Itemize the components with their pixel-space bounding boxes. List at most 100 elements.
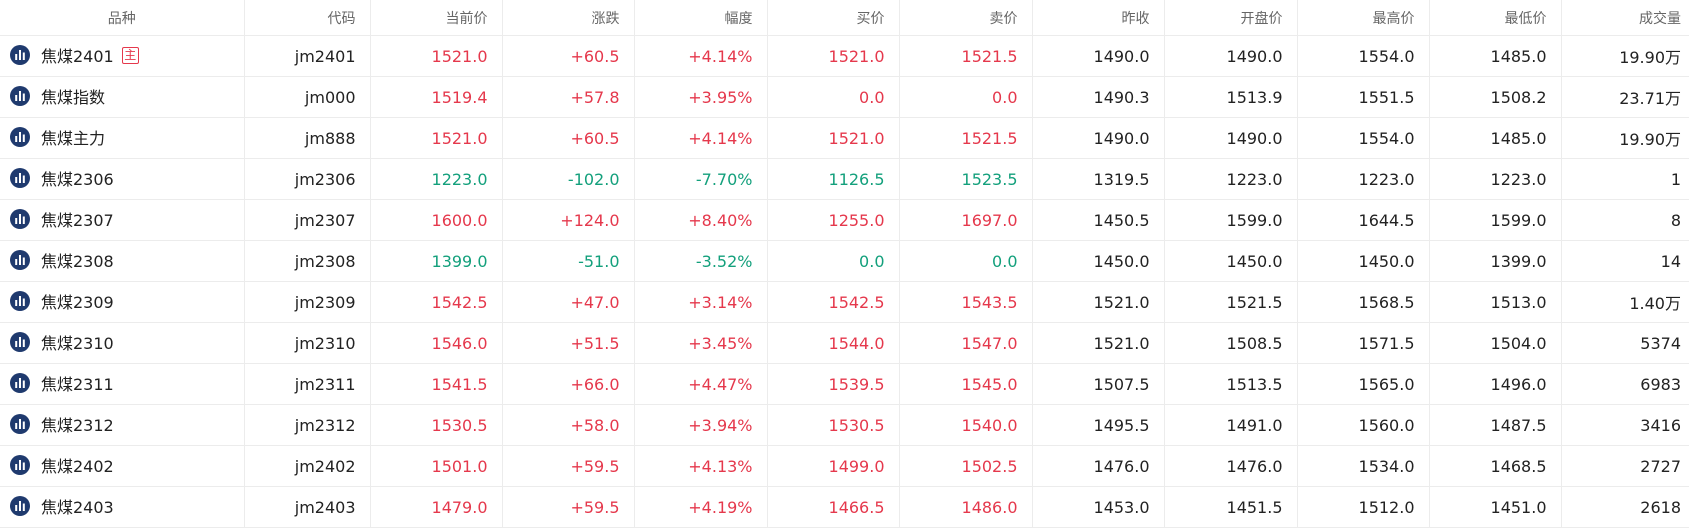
instrument-name[interactable]: 焦煤2307 bbox=[41, 207, 114, 231]
column-header-open[interactable]: 开盘价 bbox=[1164, 0, 1298, 36]
cell-change: +59.5 bbox=[502, 486, 635, 528]
cell-name: 焦煤主力 bbox=[0, 117, 245, 159]
cell-change: +60.5 bbox=[502, 35, 635, 77]
cell-ask: 1540.0 bbox=[899, 404, 1033, 446]
cell-change: +124.0 bbox=[502, 199, 635, 241]
bar-chart-icon[interactable] bbox=[10, 455, 30, 475]
column-header-ask[interactable]: 卖价 bbox=[899, 0, 1033, 36]
cell-code: jm2310 bbox=[244, 322, 371, 364]
cell-open: 1490.0 bbox=[1164, 117, 1298, 159]
instrument-name[interactable]: 焦煤2402 bbox=[41, 453, 114, 477]
instrument-name[interactable]: 焦煤2311 bbox=[41, 371, 114, 395]
cell-open: 1476.0 bbox=[1164, 445, 1298, 487]
column-header-bid[interactable]: 买价 bbox=[767, 0, 900, 36]
cell-price: 1519.4 bbox=[370, 76, 503, 118]
instrument-name[interactable]: 焦煤2306 bbox=[41, 166, 114, 190]
bar-chart-icon[interactable] bbox=[10, 45, 30, 65]
column-header-volume[interactable]: 成交量 bbox=[1561, 0, 1689, 36]
cell-ask: 1697.0 bbox=[899, 199, 1033, 241]
cell-high: 1554.0 bbox=[1297, 117, 1430, 159]
table-row[interactable]: 焦煤指数 jm000 1519.4 +57.8 +3.95% 0.0 0.0 1490.3 15… bbox=[0, 76, 1689, 118]
instrument-name[interactable]: 焦煤指数 bbox=[41, 84, 105, 108]
table-row[interactable]: 焦煤2307 jm2307 1600.0 +124.0 +8.40% 1255.0 1697… bbox=[0, 199, 1689, 241]
column-header-code[interactable]: 代码 bbox=[244, 0, 371, 36]
cell-pct: -7.70% bbox=[634, 158, 768, 200]
cell-bid: 1126.5 bbox=[767, 158, 900, 200]
cell-price: 1530.5 bbox=[370, 404, 503, 446]
bar-chart-icon[interactable] bbox=[10, 414, 30, 434]
cell-bid: 0.0 bbox=[767, 240, 900, 282]
table-row[interactable]: 焦煤2312 jm2312 1530.5 +58.0 +3.94% 1530.5 1540.… bbox=[0, 404, 1689, 446]
cell-pct: +4.13% bbox=[634, 445, 768, 487]
cell-volume: 1.40万 bbox=[1561, 281, 1689, 323]
cell-high: 1644.5 bbox=[1297, 199, 1430, 241]
name-wrap: 焦煤2308 bbox=[10, 248, 114, 272]
instrument-name[interactable]: 焦煤2401 bbox=[41, 43, 114, 67]
cell-high: 1551.5 bbox=[1297, 76, 1430, 118]
cell-low: 1485.0 bbox=[1429, 117, 1562, 159]
instrument-name[interactable]: 焦煤2312 bbox=[41, 412, 114, 436]
column-header-price[interactable]: 当前价 bbox=[370, 0, 503, 36]
cell-low: 1513.0 bbox=[1429, 281, 1562, 323]
column-header-prev-close[interactable]: 昨收 bbox=[1032, 0, 1165, 36]
instrument-name[interactable]: 焦煤2309 bbox=[41, 289, 114, 313]
bar-chart-icon[interactable] bbox=[10, 250, 30, 270]
table-row[interactable]: 焦煤主力 jm888 1521.0 +60.5 +4.14% 1521.0 1521.5 14… bbox=[0, 117, 1689, 159]
cell-code: jm2403 bbox=[244, 486, 371, 528]
cell-low: 1508.2 bbox=[1429, 76, 1562, 118]
cell-code: jm2312 bbox=[244, 404, 371, 446]
table-row[interactable]: 焦煤2308 jm2308 1399.0 -51.0 -3.52% 0.0 0.0 1450.… bbox=[0, 240, 1689, 282]
cell-prev-close: 1450.5 bbox=[1032, 199, 1165, 241]
cell-code: jm2402 bbox=[244, 445, 371, 487]
cell-open: 1508.5 bbox=[1164, 322, 1298, 364]
cell-change: +59.5 bbox=[502, 445, 635, 487]
cell-pct: +4.19% bbox=[634, 486, 768, 528]
quotes-table: 品种 代码 当前价 涨跌 幅度 买价 卖价 昨收 开盘价 最高价 最低价 成交量 焦煤2401 主 jm2… bbox=[0, 0, 1689, 528]
bar-chart-icon[interactable] bbox=[10, 332, 30, 352]
cell-ask: 1521.5 bbox=[899, 35, 1033, 77]
bar-chart-icon[interactable] bbox=[10, 168, 30, 188]
main-contract-badge: 主 bbox=[121, 46, 139, 64]
instrument-name[interactable]: 焦煤主力 bbox=[41, 125, 105, 149]
cell-code: jm000 bbox=[244, 76, 371, 118]
table-row[interactable]: 焦煤2401 主 jm2401 1521.0 +60.5 +4.14% 1521.0 1521… bbox=[0, 35, 1689, 77]
cell-pct: +4.14% bbox=[634, 35, 768, 77]
bar-chart-icon[interactable] bbox=[10, 373, 30, 393]
column-header-name[interactable]: 品种 bbox=[0, 0, 245, 36]
cell-price: 1521.0 bbox=[370, 35, 503, 77]
cell-open: 1513.5 bbox=[1164, 363, 1298, 405]
bar-chart-icon[interactable] bbox=[10, 496, 30, 516]
instrument-name[interactable]: 焦煤2310 bbox=[41, 330, 114, 354]
bar-chart-icon[interactable] bbox=[10, 291, 30, 311]
cell-bid: 1499.0 bbox=[767, 445, 900, 487]
cell-code: jm2306 bbox=[244, 158, 371, 200]
table-row[interactable]: 焦煤2309 jm2309 1542.5 +47.0 +3.14% 1542.5 1543.… bbox=[0, 281, 1689, 323]
column-header-pct[interactable]: 幅度 bbox=[634, 0, 768, 36]
cell-ask: 1523.5 bbox=[899, 158, 1033, 200]
cell-volume: 6983 bbox=[1561, 363, 1689, 405]
cell-volume: 1 bbox=[1561, 158, 1689, 200]
table-row[interactable]: 焦煤2311 jm2311 1541.5 +66.0 +4.47% 1539.5 1545.… bbox=[0, 363, 1689, 405]
table-row[interactable]: 焦煤2310 jm2310 1546.0 +51.5 +3.45% 1544.0 1547.… bbox=[0, 322, 1689, 364]
cell-ask: 1543.5 bbox=[899, 281, 1033, 323]
instrument-name[interactable]: 焦煤2308 bbox=[41, 248, 114, 272]
cell-pct: +3.94% bbox=[634, 404, 768, 446]
bar-chart-icon[interactable] bbox=[10, 127, 30, 147]
cell-change: +47.0 bbox=[502, 281, 635, 323]
cell-bid: 0.0 bbox=[767, 76, 900, 118]
table-row[interactable]: 焦煤2403 jm2403 1479.0 +59.5 +4.19% 1466.5 1486.… bbox=[0, 486, 1689, 528]
cell-ask: 1521.5 bbox=[899, 117, 1033, 159]
bar-chart-icon[interactable] bbox=[10, 209, 30, 229]
table-row[interactable]: 焦煤2402 jm2402 1501.0 +59.5 +4.13% 1499.0 1502.… bbox=[0, 445, 1689, 487]
name-wrap: 焦煤主力 bbox=[10, 125, 105, 149]
instrument-name[interactable]: 焦煤2403 bbox=[41, 494, 114, 518]
column-header-low[interactable]: 最低价 bbox=[1429, 0, 1562, 36]
column-header-change[interactable]: 涨跌 bbox=[502, 0, 635, 36]
bar-chart-icon[interactable] bbox=[10, 86, 30, 106]
column-header-high[interactable]: 最高价 bbox=[1297, 0, 1430, 36]
cell-ask: 1547.0 bbox=[899, 322, 1033, 364]
cell-low: 1504.0 bbox=[1429, 322, 1562, 364]
table-row[interactable]: 焦煤2306 jm2306 1223.0 -102.0 -7.70% 1126.5 1523… bbox=[0, 158, 1689, 200]
cell-code: jm2307 bbox=[244, 199, 371, 241]
table-body: 焦煤2401 主 jm2401 1521.0 +60.5 +4.14% 1521.0 1521… bbox=[0, 35, 1689, 528]
